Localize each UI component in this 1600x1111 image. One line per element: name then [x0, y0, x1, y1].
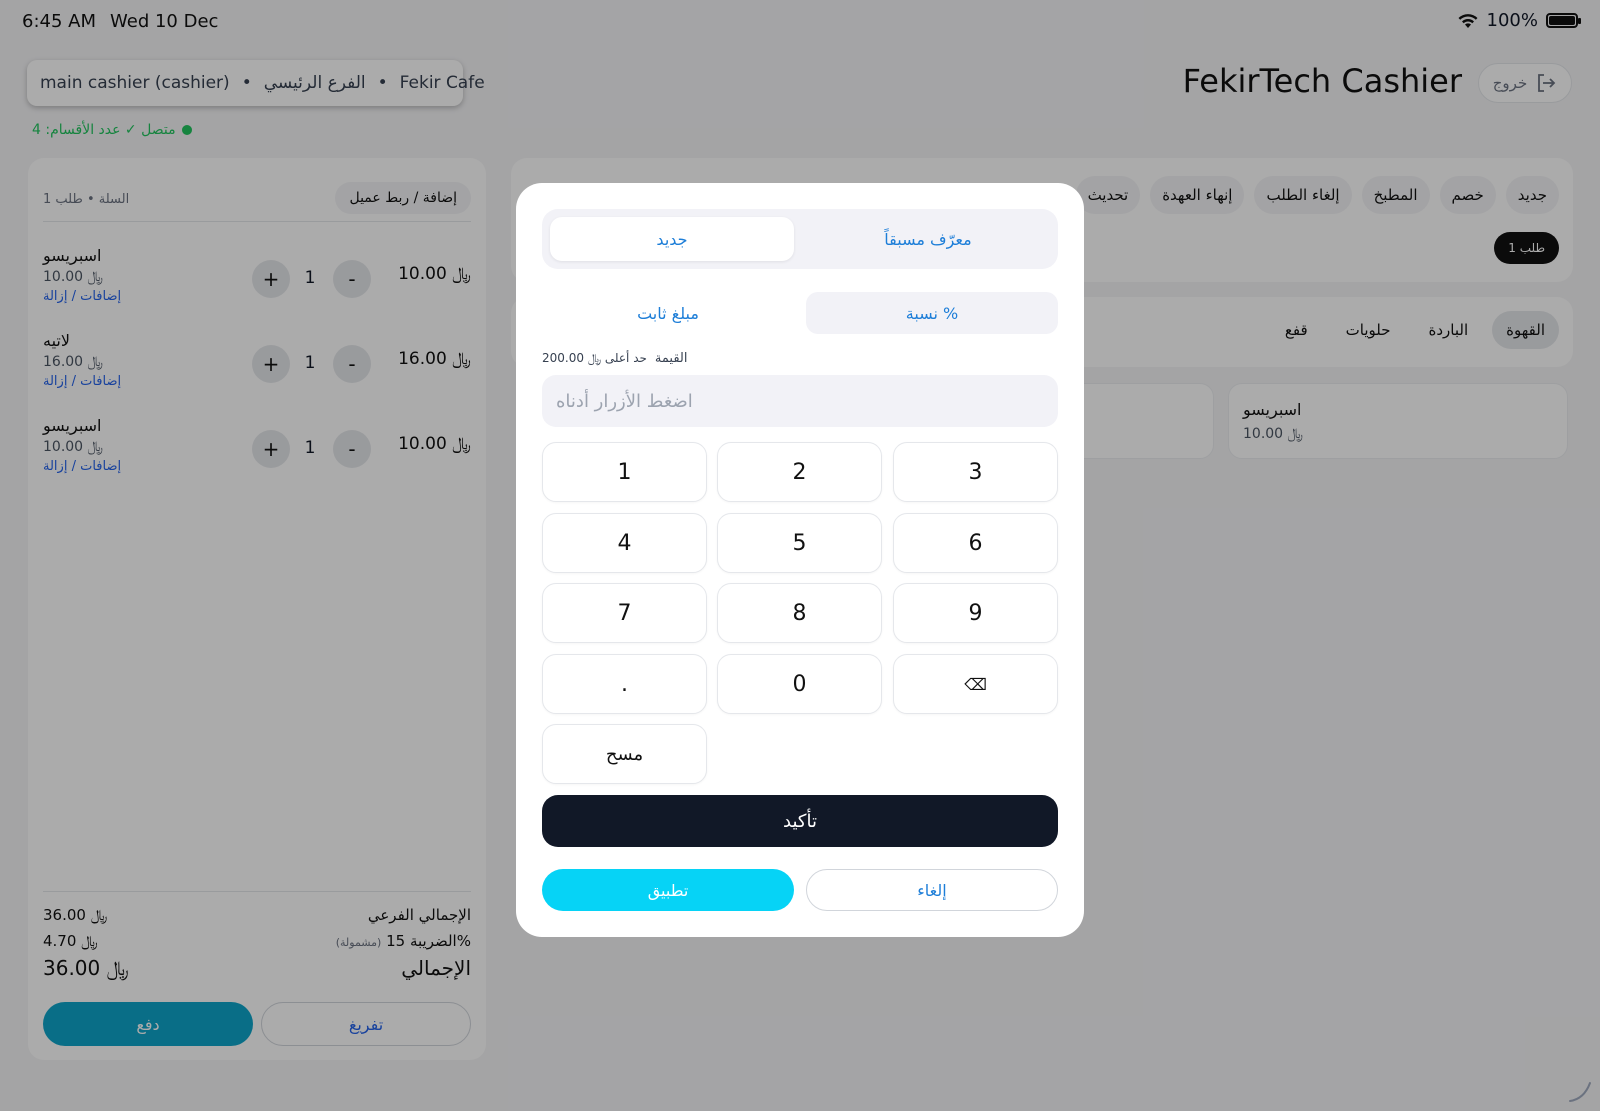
- key-8[interactable]: 8: [717, 583, 882, 643]
- key-7[interactable]: 7: [542, 583, 707, 643]
- apply-button[interactable]: تطبيق: [542, 869, 794, 911]
- key-1[interactable]: 1: [542, 442, 707, 502]
- resize-handle-icon: [1569, 1082, 1591, 1102]
- backspace-key[interactable]: ⌫: [893, 654, 1058, 714]
- key-9[interactable]: 9: [893, 583, 1058, 643]
- tab-predefined[interactable]: معرّف مسبقاً: [806, 217, 1050, 261]
- tab-fixed-amount[interactable]: مبلغ ثابت: [542, 292, 794, 334]
- discount-type-toggle: نسبة % مبلغ ثابت: [542, 292, 1058, 334]
- key-6[interactable]: 6: [893, 513, 1058, 573]
- key-decimal[interactable]: .: [542, 654, 707, 714]
- discount-modal: معرّف مسبقاً جديد نسبة % مبلغ ثابت حد أع…: [516, 183, 1084, 937]
- value-label: القيمة: [654, 351, 688, 366]
- value-input[interactable]: اضغط الأزرار أدناه: [542, 375, 1058, 427]
- discount-source-toggle: معرّف مسبقاً جديد: [542, 209, 1058, 269]
- key-4[interactable]: 4: [542, 513, 707, 573]
- cancel-button[interactable]: إلغاء: [806, 869, 1058, 911]
- tab-new[interactable]: جديد: [550, 217, 794, 261]
- value-label-row: حد أعلى ﷼ 200.00 القيمة: [542, 351, 687, 366]
- backspace-icon: ⌫: [964, 674, 987, 694]
- app-root: 6:45 AM Wed 10 Dec 100% main cashier (ca…: [0, 0, 1600, 1111]
- key-3[interactable]: 3: [893, 442, 1058, 502]
- clear-key[interactable]: مسح: [542, 724, 707, 784]
- key-2[interactable]: 2: [717, 442, 882, 502]
- confirm-button[interactable]: تأكيد: [542, 795, 1058, 847]
- key-5[interactable]: 5: [717, 513, 882, 573]
- max-value-hint: حد أعلى ﷼ 200.00: [542, 351, 647, 365]
- tab-percent[interactable]: نسبة %: [806, 292, 1058, 334]
- key-0[interactable]: 0: [717, 654, 882, 714]
